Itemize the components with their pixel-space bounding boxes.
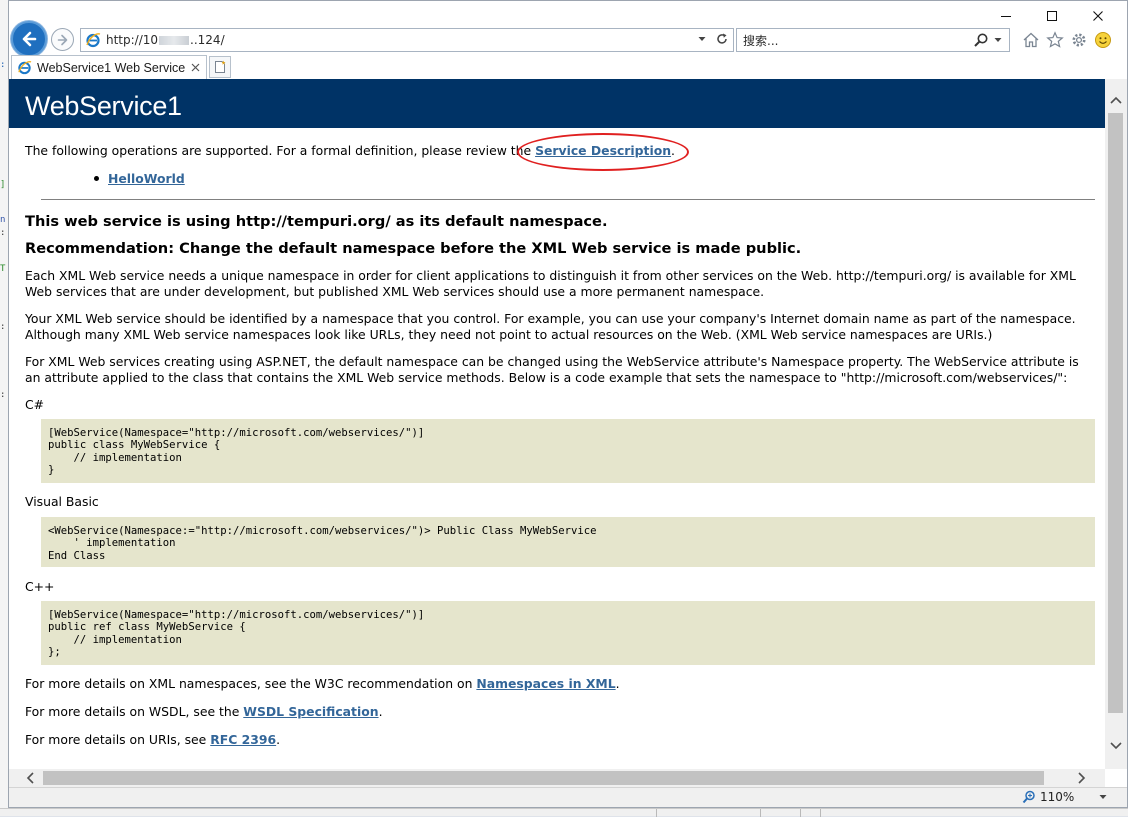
tab-webservice1[interactable]: WebService1 Web Service bbox=[11, 55, 207, 79]
zoom-level: 110% bbox=[1040, 790, 1075, 804]
tab-title: WebService1 Web Service bbox=[37, 60, 186, 75]
operation-item: HelloWorld bbox=[108, 171, 185, 187]
csharp-label: C# bbox=[25, 397, 45, 412]
redacted-segment bbox=[159, 36, 190, 45]
page-header: WebService1 bbox=[9, 79, 1105, 128]
cpp-label: C++ bbox=[25, 579, 55, 594]
forward-button[interactable] bbox=[51, 28, 74, 51]
chevron-left-icon bbox=[26, 772, 34, 784]
bg-mark: : bbox=[0, 390, 6, 400]
star-icon bbox=[1046, 31, 1064, 48]
background-window-edge: : ] n : T : : bbox=[0, 0, 8, 816]
period: . bbox=[378, 704, 383, 719]
close-icon bbox=[191, 63, 199, 71]
back-button[interactable] bbox=[11, 21, 47, 57]
search-input[interactable]: 搜索... bbox=[743, 32, 778, 49]
namespace-heading: This web service is using http://tempuri… bbox=[25, 213, 608, 230]
close-button[interactable] bbox=[1075, 1, 1121, 31]
page-title: WebService1 bbox=[25, 91, 182, 121]
refresh-icon[interactable] bbox=[715, 32, 729, 46]
url-suffix: ..124/ bbox=[190, 33, 225, 47]
period: . bbox=[276, 732, 281, 747]
tools-button[interactable] bbox=[1068, 29, 1090, 51]
browser-window: http://10 ..124/ 搜索... WebService1 Web S… bbox=[8, 0, 1128, 808]
namespaces-in-xml-link[interactable]: Namespaces in XML bbox=[476, 676, 615, 691]
vb-code-block: <WebService(Namespace:="http://microsoft… bbox=[41, 517, 1095, 567]
vb-label: Visual Basic bbox=[25, 494, 99, 509]
annotation-ellipse bbox=[517, 133, 689, 171]
vertical-scrollbar[interactable] bbox=[1105, 79, 1127, 769]
scroll-left-button[interactable] bbox=[23, 771, 37, 785]
new-tab-button[interactable] bbox=[209, 56, 231, 78]
paragraph-3: For XML Web services creating using ASP.… bbox=[25, 354, 1079, 385]
tab-close-button[interactable] bbox=[188, 60, 202, 74]
smiley-icon bbox=[1095, 32, 1111, 48]
background-taskbar-strip bbox=[0, 808, 1128, 817]
url-prefix: http://10 bbox=[106, 33, 159, 47]
scroll-right-button[interactable] bbox=[1075, 771, 1089, 785]
period: . bbox=[615, 676, 620, 691]
horizontal-scrollbar[interactable] bbox=[9, 769, 1105, 787]
zoom-control[interactable]: 110% bbox=[1022, 790, 1108, 804]
wsdl-text: For more details on WSDL, see the bbox=[25, 704, 244, 719]
vertical-scroll-thumb[interactable] bbox=[1108, 113, 1123, 713]
bg-mark: : bbox=[0, 60, 6, 70]
arrow-left-icon bbox=[22, 31, 37, 47]
search-icon[interactable] bbox=[973, 32, 989, 48]
bg-mark: : bbox=[0, 228, 6, 238]
scroll-down-button[interactable] bbox=[1109, 739, 1123, 753]
paragraph-1: Each XML Web service needs a unique name… bbox=[25, 268, 1076, 299]
bg-mark: ] bbox=[0, 180, 6, 190]
recommendation-heading: Recommendation: Change the default names… bbox=[25, 240, 802, 257]
zoom-dropdown-icon[interactable] bbox=[1098, 792, 1108, 802]
arrow-right-icon bbox=[57, 34, 67, 45]
minimize-icon bbox=[1001, 16, 1011, 17]
address-url[interactable]: http://10 ..124/ bbox=[106, 33, 225, 47]
address-bar[interactable]: http://10 ..124/ bbox=[80, 28, 734, 52]
ie-logo-icon bbox=[86, 33, 101, 48]
horizontal-scroll-thumb[interactable] bbox=[43, 771, 1044, 785]
search-box[interactable]: 搜索... bbox=[736, 28, 1010, 52]
gear-icon bbox=[1072, 33, 1086, 47]
home-icon bbox=[1023, 32, 1039, 48]
maximize-icon bbox=[1047, 11, 1057, 21]
wsdl-specification-link[interactable]: WSDL Specification bbox=[243, 704, 378, 719]
paragraph-2: Your XML Web service should be identifie… bbox=[25, 311, 1076, 342]
ie-logo-icon bbox=[18, 61, 32, 75]
chevron-down-icon bbox=[1110, 742, 1122, 750]
status-bar: 110% bbox=[9, 787, 1127, 807]
xml-ns-text: For more details on XML namespaces, see … bbox=[25, 676, 477, 691]
feedback-button[interactable] bbox=[1092, 29, 1114, 51]
bg-mark: T bbox=[0, 264, 6, 274]
divider bbox=[41, 199, 1095, 200]
bg-mark: n bbox=[0, 215, 6, 225]
close-icon bbox=[1093, 11, 1103, 21]
home-button[interactable] bbox=[1020, 29, 1042, 51]
zoom-icon bbox=[1022, 790, 1035, 804]
csharp-code-block: [WebService(Namespace="http://microsoft.… bbox=[41, 419, 1095, 483]
bg-mark: : bbox=[0, 322, 6, 332]
xml-namespaces-line: For more details on XML namespaces, see … bbox=[25, 676, 620, 692]
favorites-button[interactable] bbox=[1044, 29, 1066, 51]
page-viewport: WebService1 The following operations are… bbox=[9, 79, 1105, 769]
search-dropdown-icon[interactable] bbox=[993, 35, 1003, 45]
minimize-button[interactable] bbox=[983, 1, 1029, 31]
chevron-right-icon bbox=[1078, 772, 1086, 784]
address-dropdown-icon[interactable] bbox=[697, 34, 707, 44]
scroll-up-button[interactable] bbox=[1109, 93, 1123, 107]
uri-line: For more details on URIs, see RFC 2396. bbox=[25, 732, 280, 748]
wsdl-line: For more details on WSDL, see the WSDL S… bbox=[25, 704, 383, 720]
cpp-code-block: [WebService(Namespace="http://microsoft.… bbox=[41, 601, 1095, 665]
uri-text: For more details on URIs, see bbox=[25, 732, 211, 747]
maximize-button[interactable] bbox=[1029, 1, 1075, 31]
new-tab-icon bbox=[215, 60, 226, 73]
chevron-up-icon bbox=[1110, 96, 1122, 104]
helloworld-link[interactable]: HelloWorld bbox=[108, 171, 185, 186]
rfc-2396-link[interactable]: RFC 2396 bbox=[210, 732, 276, 747]
intro-text: The following operations are supported. … bbox=[25, 143, 536, 158]
operation-bullet bbox=[94, 176, 99, 181]
